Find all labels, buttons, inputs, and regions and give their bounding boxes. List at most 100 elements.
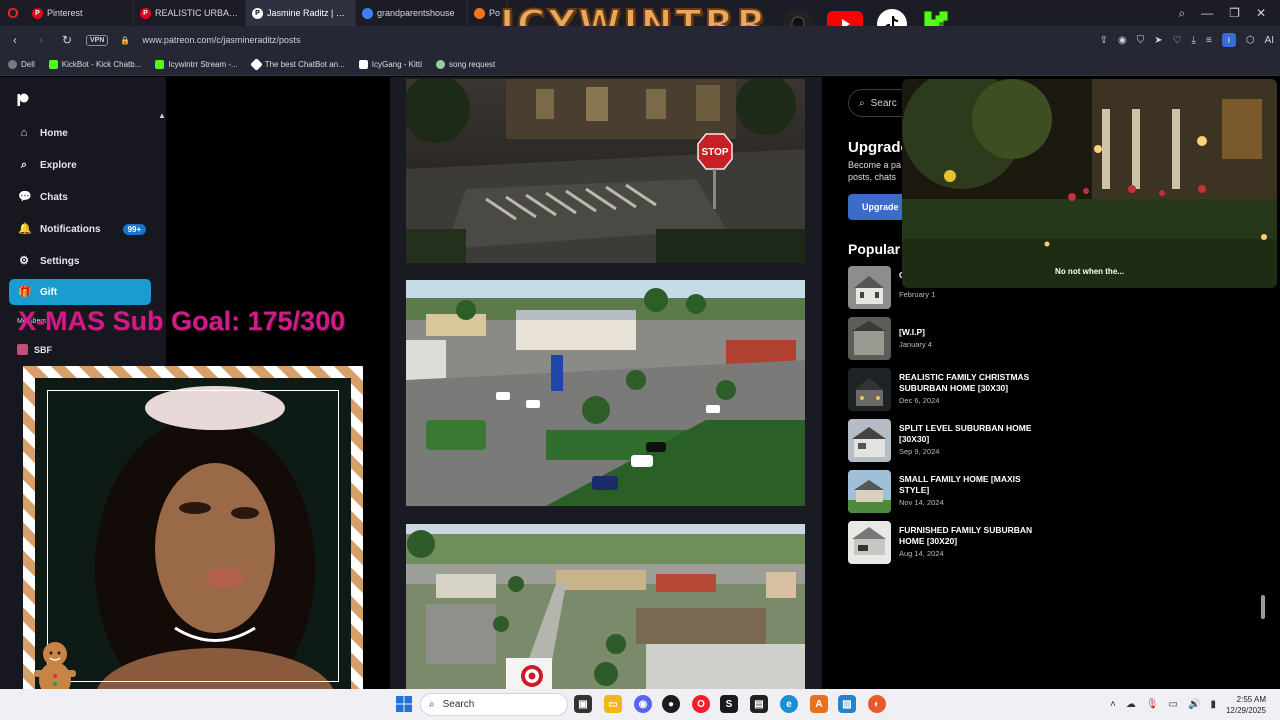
sidebar-item-home[interactable]: ⌂ Home (9, 120, 151, 146)
patreon-logo-icon[interactable] (17, 93, 29, 107)
windows-taskbar: ⌕ Search ▣ ▭ ◉ ● O S ▤ e A ▨ ◐ ˄ ☁ 🎙 ▭ 🔊… (0, 689, 1280, 720)
diamond-icon (249, 58, 263, 71)
opera-icon[interactable]: O (692, 695, 710, 713)
bell-icon: 🔔 (18, 223, 32, 235)
photos-icon[interactable]: ▨ (838, 695, 856, 713)
webcam-border (47, 390, 339, 682)
post-thumbnail (848, 419, 891, 462)
shield-icon[interactable]: ⛉ (1137, 35, 1145, 46)
sidebar-item-chats[interactable]: 💬 Chats (9, 184, 151, 210)
search-icon: ⌕ (859, 97, 865, 109)
popular-post-item[interactable]: FURNISHED FAMILY SUBURBAN HOME [30X20] A… (848, 521, 1058, 565)
close-icon[interactable]: ✕ (1256, 6, 1266, 20)
camera-icon[interactable]: ◉ (1118, 35, 1127, 46)
file-explorer-icon[interactable]: ▭ (604, 695, 622, 713)
sidebar-item-explore[interactable]: ⌕ Explore (9, 152, 151, 178)
popular-title: Popular (848, 241, 901, 257)
taskbar-search[interactable]: ⌕ Search (420, 693, 568, 716)
battery-icon[interactable]: ▮ (1210, 699, 1216, 710)
volume-icon[interactable]: 🔊 (1188, 699, 1200, 710)
patreon-icon: P (252, 7, 263, 19)
ai-button[interactable]: AI (1265, 35, 1274, 46)
search-icon: ⌕ (20, 159, 28, 171)
windows-start-icon[interactable] (396, 696, 412, 712)
download-icon[interactable]: ⤓ (1192, 35, 1196, 46)
obs-icon[interactable]: ● (662, 695, 680, 713)
microphone-icon[interactable]: 🎙 (1146, 699, 1159, 710)
post-image-shopping-center[interactable] (406, 280, 805, 506)
extensions-icon[interactable]: ⬡ (1246, 35, 1255, 46)
notification-badge: 99+ (122, 223, 147, 235)
tab-grandparentshouse[interactable]: grandparentshouse (356, 0, 468, 26)
monitor-icon[interactable]: ▭ (1169, 699, 1178, 710)
send-icon[interactable]: ➤ (1154, 35, 1162, 46)
heart-icon[interactable]: ♡ (1173, 35, 1182, 46)
opera-menu-icon[interactable]: O (0, 0, 26, 26)
app-icon[interactable]: ◐ (868, 695, 886, 713)
pinterest-icon: P (140, 7, 151, 19)
tab-realistic-urban[interactable]: P REALISTIC URBAN GRAND (134, 0, 246, 26)
bookmarks-bar: Dell KickBot - Kick Chatb... Icywintrr S… (0, 54, 1280, 76)
scroll-up-icon[interactable]: ▲ (158, 111, 166, 120)
network-icon[interactable]: ☁ (1126, 699, 1136, 710)
chat-icon: 💬 (18, 191, 32, 203)
post-thumbnail (848, 470, 891, 513)
steam-icon[interactable]: S (720, 695, 738, 713)
post-feed: STOP (390, 77, 822, 689)
post-thumbnail (848, 521, 891, 564)
popular-post-item[interactable]: SMALL FAMILY HOME [MAXIS STYLE] Nov 14, … (848, 470, 1058, 514)
post-image-aerial-town[interactable] (406, 524, 805, 689)
minimize-icon[interactable]: — (1201, 6, 1213, 20)
search-tabs-icon[interactable]: ⌕ (1178, 6, 1185, 21)
app-icon (474, 7, 485, 19)
bookmark-icywintrr-stream[interactable]: Icywintrr Stream -... (155, 60, 238, 69)
webcam-feed (35, 378, 351, 694)
edge-icon[interactable]: e (780, 695, 798, 713)
sidebar-item-notifications[interactable]: 🔔 Notifications 99+ (9, 216, 151, 242)
lock-icon: 🔒 (120, 35, 131, 45)
address-actions: ⇪ ◉ ⛉ ➤ ♡ ⤓ ≡ I ⬡ AI (1100, 26, 1274, 54)
vpn-badge[interactable]: VPN (86, 34, 109, 46)
back-icon[interactable]: ‹ (8, 33, 22, 47)
post-image-night-street[interactable]: STOP (406, 79, 805, 263)
bookmark-best-chatbot[interactable]: The best ChatBot an... (249, 58, 345, 71)
chevron-up-icon[interactable]: ˄ (1110, 699, 1116, 710)
popular-post-item[interactable]: SPLIT LEVEL SUBURBAN HOME [30X30] Sep 9,… (848, 419, 1058, 463)
kick-icon (155, 60, 165, 69)
forward-icon[interactable]: › (34, 33, 48, 47)
search-icon: ⌕ (429, 699, 435, 710)
reload-icon[interactable]: ↻ (60, 33, 74, 47)
upgrade-title: Upgrade (848, 139, 909, 156)
popular-post-item[interactable]: REALISTIC FAMILY CHRISTMAS SUBURBAN HOME… (848, 368, 1058, 412)
bookmark-icygang[interactable]: IcyGang - Kitti (358, 60, 422, 69)
menu-icon[interactable]: ≡ (1206, 35, 1212, 46)
kick-icon (48, 60, 58, 69)
tab-pinterest[interactable]: P Pinterest (26, 0, 134, 26)
page-scrollbar[interactable] (1261, 595, 1265, 619)
clock[interactable]: 2:55 AM 12/29/2025 (1226, 694, 1266, 716)
system-tray: ˄ ☁ 🎙 ▭ 🔊 ▮ 2:55 AM 12/29/2025 (1110, 689, 1266, 720)
popular-post-item[interactable]: [W.I.P] January 4 (848, 317, 1058, 361)
discord-icon[interactable]: ◉ (634, 695, 652, 713)
kick-icon (358, 60, 368, 69)
sidebar-item-gift[interactable]: 🎁 Gift (9, 279, 151, 305)
share-icon[interactable]: ⇪ (1100, 35, 1108, 46)
app-icon[interactable]: A (810, 695, 828, 713)
upgrade-button[interactable]: Upgrade (848, 194, 908, 220)
sidebar-item-settings[interactable]: ⚙ Settings (9, 248, 151, 274)
sub-goal-text: X-MAS Sub Goal: 175/300 (18, 306, 346, 336)
screen: O P Pinterest P REALISTIC URBAN GRAND P … (0, 0, 1280, 720)
maximize-icon[interactable]: ❐ (1229, 6, 1240, 20)
tab-jasmine-raditz[interactable]: P Jasmine Raditz | creating (246, 0, 356, 26)
terminal-icon[interactable]: ▤ (750, 695, 768, 713)
pinterest-icon: P (32, 7, 43, 19)
profile-avatar[interactable]: I (1221, 33, 1236, 47)
task-view-icon[interactable]: ▣ (574, 695, 592, 713)
url-field[interactable]: www.patreon.com/c/jasmineraditz/posts (142, 35, 300, 45)
bookmark-song-request[interactable]: song request (436, 60, 495, 69)
bookmark-kickbot[interactable]: KickBot - Kick Chatb... (48, 60, 141, 69)
folder-icon (8, 60, 17, 69)
bookmark-dell[interactable]: Dell (8, 60, 35, 69)
svg-text:STOP: STOP (701, 147, 728, 158)
video-overlay: No not when the... (902, 79, 1277, 288)
